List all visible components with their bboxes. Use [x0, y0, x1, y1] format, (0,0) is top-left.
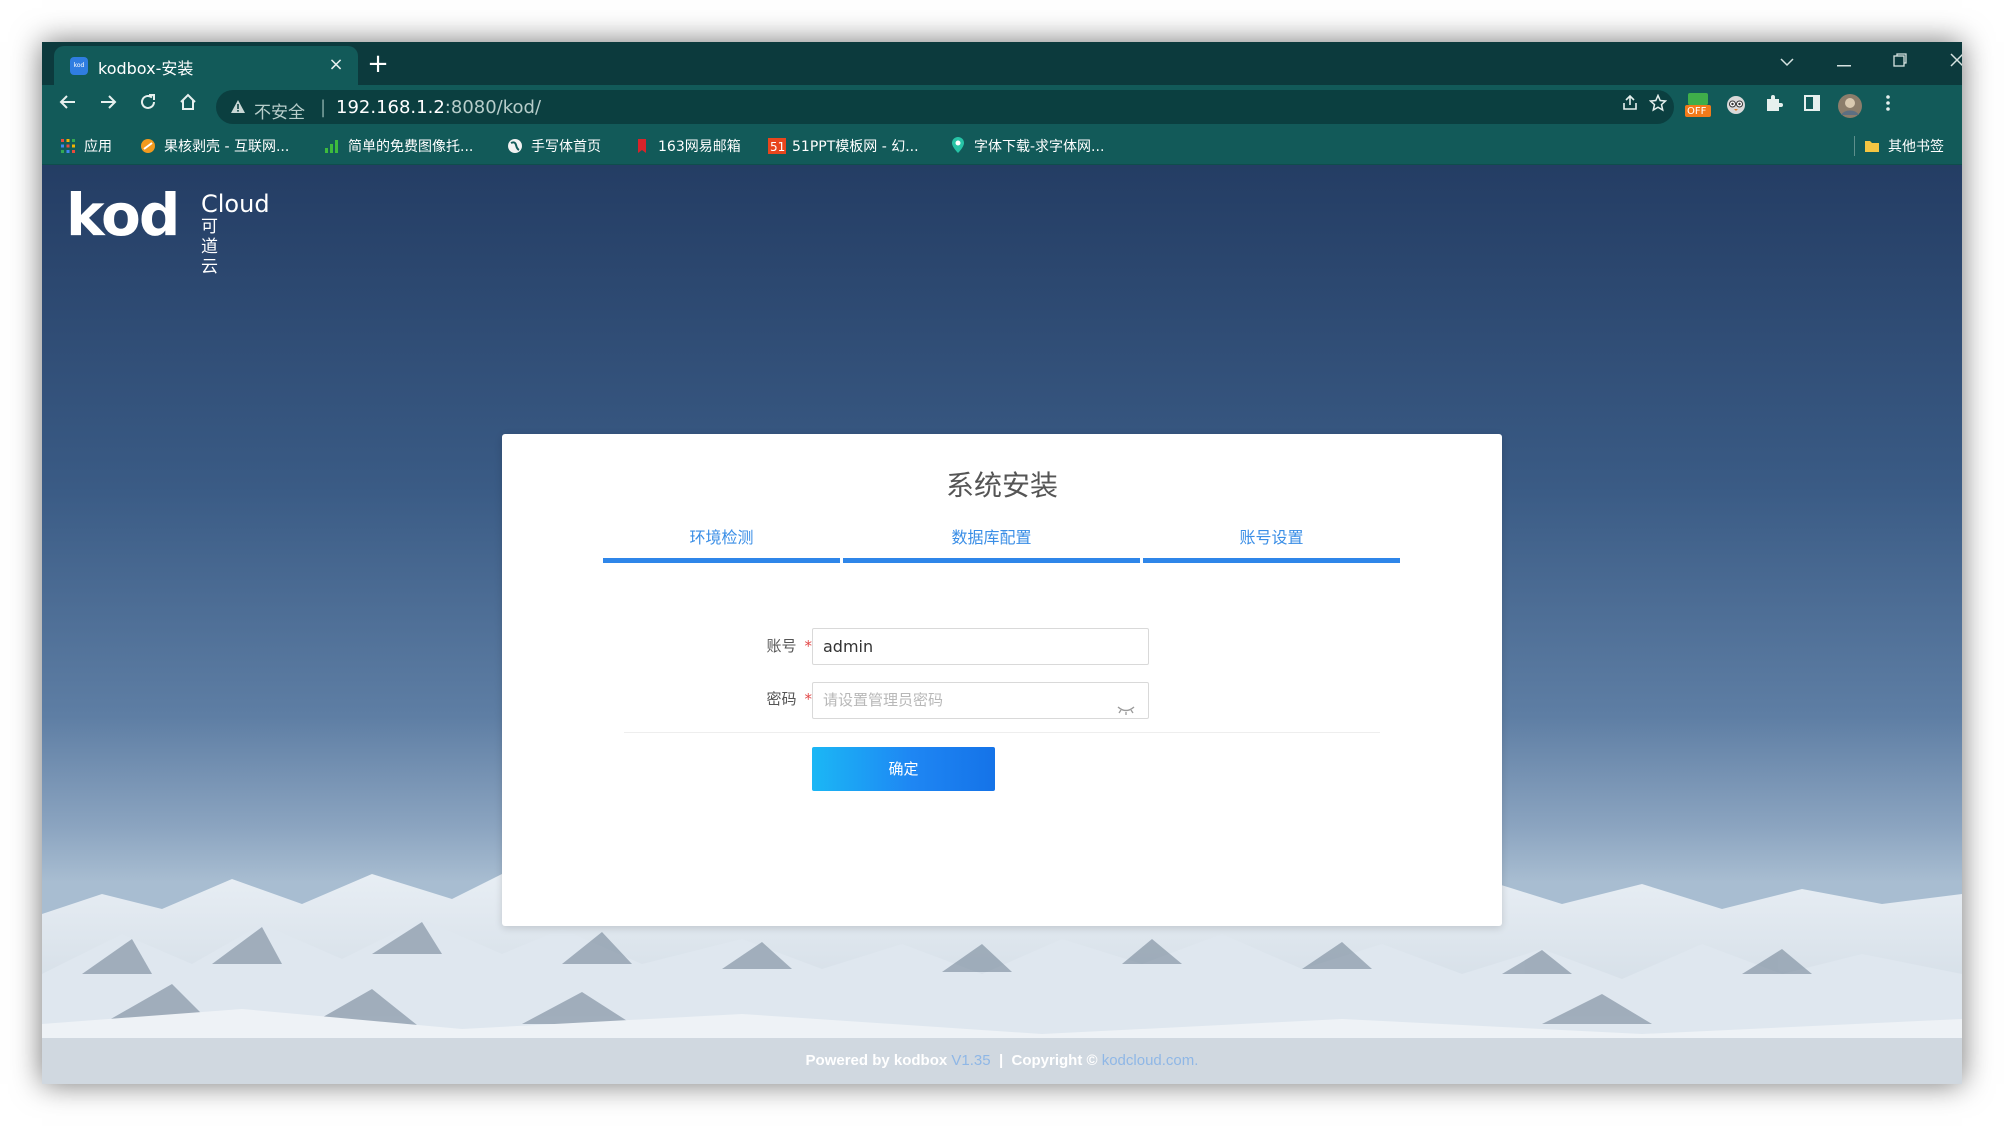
- password-input[interactable]: 请设置管理员密码: [812, 682, 1149, 719]
- bookmark-label: 字体下载-求字体网...: [974, 139, 1105, 155]
- bookmark-label: 应用: [84, 139, 112, 155]
- tab-title: kodbox-安装: [98, 59, 194, 78]
- restore-button[interactable]: [1880, 47, 1920, 77]
- step-progress-database: [843, 558, 1140, 563]
- bookmark-other-folder[interactable]: 其他书签: [1864, 136, 1944, 158]
- minimize-button[interactable]: [1824, 47, 1864, 77]
- address-separator: |: [320, 97, 327, 118]
- footer-version: V1.35: [951, 1052, 991, 1069]
- bookmark-guohe[interactable]: 果核剥壳 - 互联网...: [140, 136, 289, 158]
- orange-icon: [140, 138, 156, 154]
- required-mark: *: [804, 637, 813, 655]
- bookmark-star-icon[interactable]: [1644, 93, 1672, 121]
- footer-separator: |: [998, 1052, 1004, 1069]
- eye-closed-icon[interactable]: [1116, 694, 1136, 729]
- password-label-text: 密码: [766, 690, 797, 708]
- forward-arrow-icon[interactable]: [92, 91, 124, 123]
- url-text: 192.168.1.2:8080/kod/: [336, 97, 541, 118]
- tab-close-icon[interactable]: ×: [324, 53, 348, 77]
- extension-badge: OFF: [1687, 106, 1707, 117]
- bookmark-label: 163网易邮箱: [658, 139, 741, 155]
- bookmark-font-download[interactable]: 字体下载-求字体网...: [950, 136, 1104, 158]
- browser-toolbar: 不安全 | 192.168.1.2:8080/kod/ OFF: [42, 85, 1962, 128]
- browser-window: kod kodbox-安装 × + 不安全 | 192.168.1.2:8080…: [42, 42, 1962, 1084]
- red-tag-icon: [634, 138, 650, 154]
- share-icon[interactable]: [1616, 93, 1644, 121]
- browser-tab[interactable]: kod kodbox-安装 ×: [54, 46, 358, 85]
- password-label: 密码 *: [712, 688, 812, 709]
- footer-dot: .: [1194, 1052, 1199, 1069]
- bookmarks-divider: [1854, 136, 1855, 156]
- close-window-button[interactable]: [1937, 47, 1962, 77]
- bookmark-163-mail[interactable]: 163网易邮箱: [634, 136, 741, 158]
- logo-cn: 可道云: [201, 217, 219, 277]
- extensions-puzzle-icon[interactable]: [1760, 93, 1788, 121]
- required-mark: *: [804, 690, 813, 708]
- insecure-label: 不安全: [254, 103, 305, 123]
- password-placeholder: 请设置管理员密码: [823, 691, 944, 709]
- folder-icon: [1864, 138, 1880, 154]
- step-progress-environment: [603, 558, 840, 563]
- install-title: 系统安装: [945, 469, 1058, 502]
- bookmark-label: 51PPT模板网 - 幻...: [792, 139, 919, 155]
- bookmark-label: 简单的免费图像托...: [348, 139, 474, 155]
- footer-powered: Powered by kodbox: [805, 1052, 948, 1069]
- step-environment-check[interactable]: 环境检测: [603, 524, 840, 548]
- bookmark-image-host[interactable]: 简单的免费图像托...: [324, 136, 473, 158]
- svg-text:51: 51: [770, 140, 785, 154]
- step-database-config[interactable]: 数据库配置: [843, 524, 1140, 548]
- tab-strip: kod kodbox-安装 × +: [42, 42, 1962, 85]
- footer-copyright: Copyright ©: [1011, 1052, 1098, 1069]
- bookmarks-bar: 应用 果核剥壳 - 互联网... 简单的免费图像托... 手写体首页 163网易…: [42, 128, 1962, 165]
- url-host: 192.168.1.2: [336, 97, 445, 118]
- home-icon[interactable]: [172, 91, 204, 123]
- bookmark-label: 手写体首页: [531, 139, 601, 155]
- install-card: 系统安装 环境检测 数据库配置 账号设置 账号 * admin 密码 * 请设置管理…: [502, 434, 1502, 926]
- logo-cloud: Cloud: [201, 190, 270, 218]
- menu-kebab-icon[interactable]: [1874, 93, 1902, 121]
- logo-kod: kod: [66, 181, 180, 249]
- page-footer: Powered by kodbox V1.35 | Copyright © ko…: [42, 1038, 1962, 1084]
- side-panel-icon[interactable]: [1798, 93, 1826, 121]
- account-label-text: 账号: [766, 637, 797, 655]
- step-progress-account: [1143, 558, 1400, 563]
- footer-link[interactable]: kodcloud.com: [1102, 1052, 1195, 1069]
- back-arrow-icon[interactable]: [52, 91, 84, 123]
- new-tab-button[interactable]: +: [364, 50, 392, 78]
- bookmark-apps[interactable]: 应用: [60, 136, 112, 158]
- bookmark-label: 果核剥壳 - 互联网...: [164, 139, 290, 155]
- reload-icon[interactable]: [132, 91, 164, 123]
- 51-icon: 51: [768, 138, 786, 154]
- globe-icon: [507, 138, 523, 154]
- form-divider: [624, 732, 1380, 733]
- bookmark-handwriting[interactable]: 手写体首页: [507, 136, 601, 158]
- extension-toggle-icon[interactable]: OFF: [1684, 93, 1712, 121]
- bookmark-label: 其他书签: [1888, 139, 1944, 155]
- address-bar[interactable]: 不安全 | 192.168.1.2:8080/kod/: [216, 90, 1674, 124]
- account-label: 账号 *: [712, 635, 812, 656]
- apps-grid-icon: [60, 138, 76, 154]
- bars-icon: [324, 138, 340, 154]
- bookmark-51ppt[interactable]: 51 51PPT模板网 - 幻...: [768, 136, 919, 158]
- tab-search-chevron-icon[interactable]: [1767, 47, 1807, 77]
- page-viewport: kod Cloud 可道云 系统安装 环境检测 数据库配置 账号设置 账号 * …: [42, 165, 1962, 1084]
- account-input[interactable]: admin: [812, 628, 1149, 665]
- warning-triangle-icon[interactable]: [230, 99, 246, 118]
- owl-extension-icon[interactable]: [1722, 93, 1750, 121]
- profile-avatar[interactable]: [1836, 93, 1864, 121]
- kod-favicon-icon: kod: [70, 57, 88, 75]
- confirm-button[interactable]: 确定: [812, 747, 995, 791]
- pin-icon: [950, 136, 966, 153]
- url-path: :8080/kod/: [444, 97, 542, 118]
- step-account-settings[interactable]: 账号设置: [1143, 524, 1400, 548]
